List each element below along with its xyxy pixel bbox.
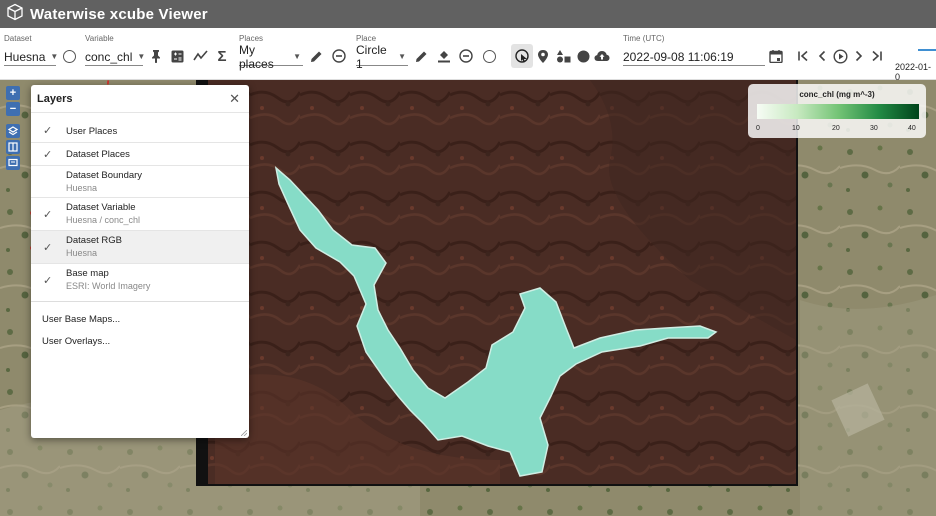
legend-tick: 0 [756,125,760,132]
dataset-label: Dataset [4,34,32,43]
zoom-to-place-icon[interactable] [481,48,497,64]
layer-label: Dataset Variable [66,202,136,213]
zoom-out-button[interactable]: − [6,102,20,116]
dataset-info-icon[interactable] [61,48,77,64]
colorbar-legend: conc_chl (mg m^-3) 0 10 20 30 40 [748,84,926,138]
dataset-value: Huesna [4,49,46,64]
layers-panel: Layers ✕ ✓ User Places ✓ Dataset Places … [31,85,249,438]
layer-label: User Places [66,126,118,137]
previous-step-icon[interactable] [814,48,830,64]
layer-label: Dataset Places [66,149,130,160]
split-view-button[interactable] [6,140,20,154]
time-value: 2022-09-08 11:06:19 [623,49,734,64]
layer-label: Dataset Boundary [66,170,143,181]
check-icon: ✓ [43,125,53,137]
layer-item-base-map[interactable]: ✓ Base map ESRI: World Imagery [31,264,249,302]
layer-label: Dataset RGB [66,235,122,246]
info-panel-button[interactable] [6,156,20,170]
zoom-in-button[interactable]: + [6,86,20,100]
timeseries-icon[interactable] [192,48,208,64]
check-icon: ✓ [43,242,53,254]
edit-places-icon[interactable] [308,48,324,64]
legend-tick: 20 [832,125,840,132]
cube-logo-icon [6,3,24,26]
check-icon: ✓ [43,209,53,221]
layer-sublabel: Huesna / conc_chl [66,215,141,225]
chevron-down-icon: ▼ [293,52,301,61]
layer-item-dataset-variable[interactable]: ✓ Dataset Variable Huesna / conc_chl [31,198,249,231]
places-value: My places [239,42,274,71]
dataset-select[interactable]: Dataset Huesna ▼ [4,34,59,66]
timeline-track[interactable] [918,49,936,51]
time-field[interactable]: Time (UTC) 2022-09-08 11:06:19 [623,34,765,66]
layers-toggle-button[interactable] [6,124,20,138]
legend-tick: 40 [908,125,916,132]
user-base-maps-link[interactable]: User Base Maps... [42,314,120,325]
layer-item-dataset-rgb[interactable]: ✓ Dataset RGB Huesna [31,231,249,264]
layer-item-user-places[interactable]: ✓ User Places [31,119,249,143]
user-overlays-link[interactable]: User Overlays... [42,336,110,347]
legend-title: conc_chl (mg m^-3) [799,90,875,99]
remove-places-icon[interactable] [331,48,347,64]
edit-place-icon[interactable] [413,48,429,64]
variable-select[interactable]: Variable conc_chl ▼ [85,34,146,66]
chevron-down-icon: ▼ [398,52,406,61]
place-value: Circle 1 [356,42,387,71]
layer-label: Base map [66,268,109,279]
point-tool-icon[interactable] [535,48,551,64]
remove-place-icon[interactable] [458,48,474,64]
legend-tick: 10 [792,125,800,132]
chevron-down-icon: ▼ [137,52,146,61]
first-step-icon[interactable] [795,48,811,64]
places-select[interactable]: Places My places ▼ [239,34,303,71]
check-icon: ✓ [43,275,53,287]
layers-title: Layers [31,85,249,113]
calculator-icon[interactable] [169,48,185,64]
layer-item-dataset-places[interactable]: ✓ Dataset Places [31,143,249,166]
layer-sublabel: ESRI: World Imagery [66,281,151,291]
play-icon[interactable] [832,48,848,64]
sigma-icon[interactable]: Σ [214,48,230,65]
layer-sublabel: Huesna [66,183,98,193]
variable-value: conc_chl [85,49,133,64]
select-tool-icon[interactable] [514,48,530,64]
chevron-down-icon: ▼ [50,52,59,61]
calendar-icon[interactable] [768,48,784,64]
polygon-tool-icon[interactable] [555,48,571,64]
close-icon[interactable]: ✕ [229,91,240,107]
circle-tool-icon[interactable] [575,48,591,64]
upload-icon[interactable] [594,48,610,64]
pin-icon[interactable] [148,48,164,64]
timeline-start-label: 2022-01-0 [895,62,932,82]
time-label: Time (UTC) [623,34,665,43]
variable-label: Variable [85,34,114,43]
fill-color-icon[interactable] [436,48,452,64]
app-title: Waterwise xcube Viewer [30,5,208,23]
layer-item-dataset-boundary[interactable]: Dataset Boundary Huesna [31,166,249,198]
check-icon: ✓ [43,149,53,161]
app-bar: Waterwise xcube Viewer [0,0,936,28]
next-step-icon[interactable] [851,48,867,64]
place-select[interactable]: Place Circle 1 ▼ [356,34,408,71]
last-step-icon[interactable] [869,48,885,64]
layer-sublabel: Huesna [66,248,98,258]
colorbar [757,104,919,119]
legend-tick: 30 [870,125,878,132]
resize-handle-icon[interactable] [241,430,247,436]
